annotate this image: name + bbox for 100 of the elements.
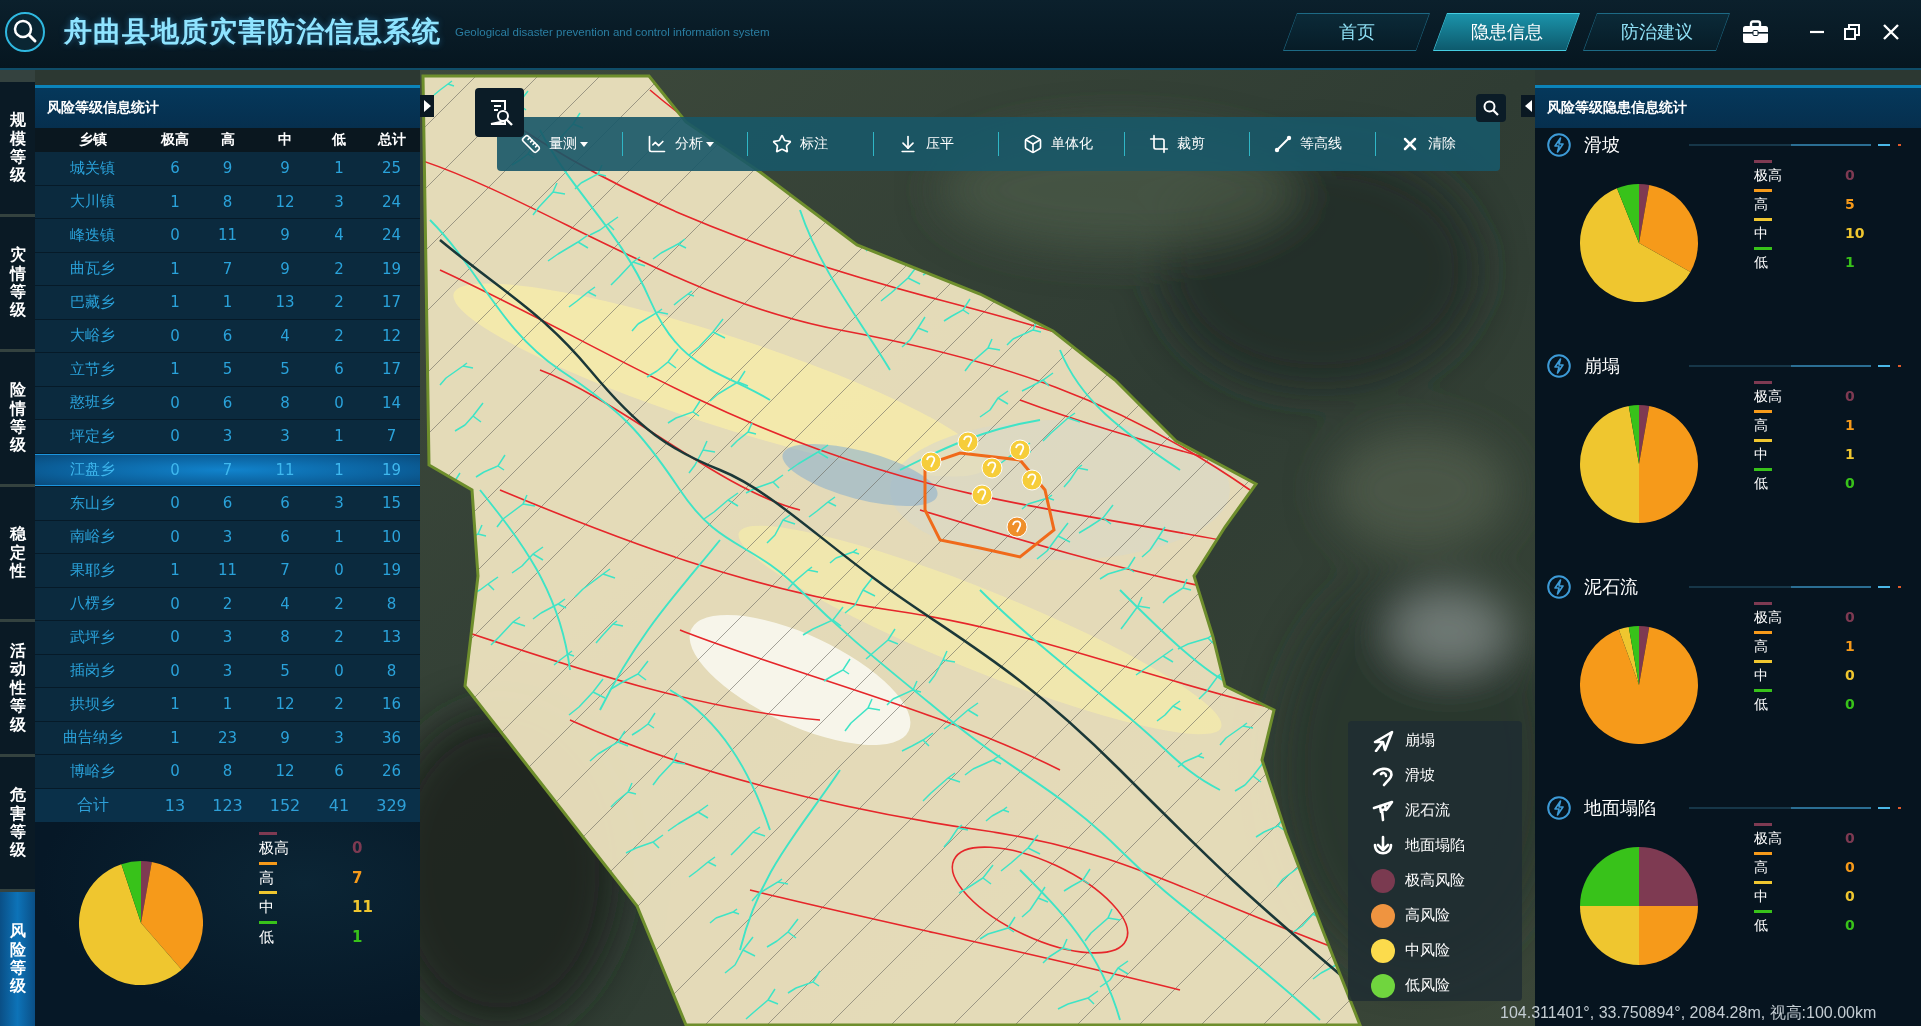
table-cell-text: 5 [279, 661, 291, 680]
table-cell-text: 江盘乡 [69, 460, 116, 480]
table-cell-text: 2 [333, 594, 345, 613]
lightning-icon [1547, 575, 1571, 599]
map-marker-icon[interactable] [1009, 439, 1031, 461]
table-cell-text: 8 [385, 661, 398, 680]
side-tab[interactable]: 灾情等级 [0, 217, 35, 349]
table-row[interactable]: 东山乡 0 6 6 3 15 [35, 487, 420, 521]
table-cell-text: 1 [169, 259, 181, 278]
panel-title: 风险等级隐患信息统计 [1535, 85, 1921, 128]
table-row[interactable]: 大峪乡 0 6 4 2 12 [35, 319, 420, 353]
table-row[interactable]: 八楞乡 0 2 4 2 8 [35, 587, 420, 621]
panel-toggle-button[interactable] [1521, 95, 1535, 117]
magnifier-icon [4, 11, 46, 53]
table-cell-text: 7 [279, 561, 291, 580]
table-cell-text: 1 [333, 460, 345, 479]
map-tool-button[interactable] [475, 88, 524, 137]
down-arrow-icon [1372, 834, 1394, 857]
table-cell-text: 15 [380, 494, 403, 513]
side-tab[interactable]: 险情等级 [0, 352, 35, 484]
lightning-icon [1547, 796, 1571, 820]
side-tab[interactable]: 危害等级 [0, 757, 35, 889]
table-row[interactable]: 立节乡 1 5 5 6 17 [35, 353, 420, 387]
table-cell-text: 1 [333, 427, 345, 446]
table-cell-text: 1 [221, 695, 234, 714]
table-cell-text: 6 [221, 393, 234, 412]
table-row[interactable]: 城关镇 6 9 9 1 25 [35, 152, 420, 186]
toolbar-button[interactable]: 等高线 [1274, 135, 1342, 153]
hook-icon [1372, 764, 1394, 787]
table-row[interactable]: 博峪乡 0 8 12 6 26 [35, 755, 420, 789]
table-row[interactable]: 拱坝乡 1 1 12 2 16 [35, 688, 420, 722]
map-marker-icon[interactable] [920, 451, 942, 473]
nav-tab[interactable]: 隐患信息 [1433, 13, 1580, 51]
toolbar-button[interactable]: 分析 [646, 134, 714, 154]
toolbar-button[interactable]: 清除 [1399, 134, 1456, 154]
search-button[interactable] [1476, 94, 1506, 122]
table-row[interactable]: 南峪乡 0 3 6 1 10 [35, 520, 420, 554]
panel-toggle-button[interactable] [420, 95, 434, 117]
nav-tab[interactable]: 首页 [1283, 13, 1430, 51]
legend-label: 滑坡 [1405, 766, 1435, 785]
table-cell-text: 巴藏乡 [69, 292, 116, 312]
legend-value: 0 [1845, 609, 1855, 627]
table-cell-text: 坪定乡 [69, 426, 116, 446]
table-cell-text: 7 [221, 460, 234, 479]
toolbar-button[interactable]: 量测 [521, 134, 588, 154]
table-cell-text: 武坪乡 [69, 627, 116, 647]
table-cell-text: 36 [380, 728, 403, 747]
table-cell-text: 0 [169, 628, 181, 647]
table-cell-text: 2 [333, 259, 345, 278]
side-tab[interactable]: 活动性等级 [0, 622, 35, 754]
legend-label: 极高 [1754, 609, 1783, 627]
table-cell-text: 大川镇 [69, 192, 116, 212]
legend-label: 低 [1754, 475, 1769, 493]
table-cell-text: 6 [279, 527, 291, 546]
table-cell-text: 19 [380, 460, 403, 479]
map-marker-icon[interactable] [1006, 516, 1028, 538]
table-cell-text: 5 [221, 360, 234, 379]
table-cell-text: 24 [380, 192, 403, 211]
table-row[interactable]: 大川镇 1 8 12 3 24 [35, 185, 420, 219]
crop-icon [1148, 134, 1169, 154]
table-row[interactable]: 峰迭镇 0 11 9 4 24 [35, 219, 420, 253]
table-cell-text: 0 [169, 460, 181, 479]
toolbar-button[interactable]: 压平 [897, 134, 954, 154]
map-marker-icon[interactable] [981, 457, 1003, 479]
table-cell-text: 9 [279, 728, 291, 747]
table-cell-text: 1 [333, 159, 345, 178]
legend-label: 高 [259, 868, 275, 889]
table-row[interactable]: 坪定乡 0 3 3 1 7 [35, 420, 420, 454]
toolbar-button[interactable]: 裁剪 [1148, 134, 1205, 154]
side-tab[interactable]: 稳定性 [0, 487, 35, 619]
table-row[interactable]: 插岗乡 0 3 5 0 8 [35, 654, 420, 688]
table-cell-text: 0 [169, 661, 181, 680]
briefcase-icon[interactable] [1742, 20, 1769, 44]
table-cell-text: 3 [221, 427, 234, 446]
toolbar-button[interactable]: 标注 [772, 134, 828, 154]
legend-label: 低 [1754, 917, 1769, 935]
map-marker-icon[interactable] [1021, 469, 1043, 491]
table-cell-text: 19 [380, 259, 403, 278]
nav-tab[interactable]: 防治建议 [1583, 13, 1730, 51]
table-cell-text: 1 [169, 360, 181, 379]
table-row[interactable]: 巴藏乡 1 1 13 2 17 [35, 286, 420, 320]
table-cell-text: 329 [375, 795, 408, 815]
table-row[interactable]: 江盘乡 0 7 11 1 19 [35, 453, 420, 487]
side-tab[interactable]: 规模等级 [0, 82, 35, 214]
map-marker-icon[interactable] [971, 484, 993, 506]
table-row[interactable]: 曲告纳乡 1 23 9 3 36 [35, 721, 420, 755]
map-marker-icon[interactable] [957, 431, 979, 453]
app-subtitle: Geological disaster prevention and control information system [455, 26, 770, 38]
table-row[interactable]: 武坪乡 0 3 8 2 13 [35, 621, 420, 655]
pie-slice [1580, 906, 1639, 965]
table-cell-text: 13 [163, 795, 187, 815]
side-tab[interactable]: 风险等级 [0, 892, 35, 1026]
table-cell-text: 25 [380, 159, 403, 178]
table-cell-text: 1 [169, 561, 181, 580]
table-cell-text: 0 [169, 494, 181, 513]
table-row[interactable]: 憨班乡 0 6 8 0 14 [35, 386, 420, 420]
table-cell-text: 19 [380, 561, 403, 580]
table-row[interactable]: 曲瓦乡 1 7 9 2 19 [35, 252, 420, 286]
toolbar-button[interactable]: 单体化 [1023, 134, 1093, 154]
table-row[interactable]: 果耶乡 1 11 7 0 19 [35, 554, 420, 588]
